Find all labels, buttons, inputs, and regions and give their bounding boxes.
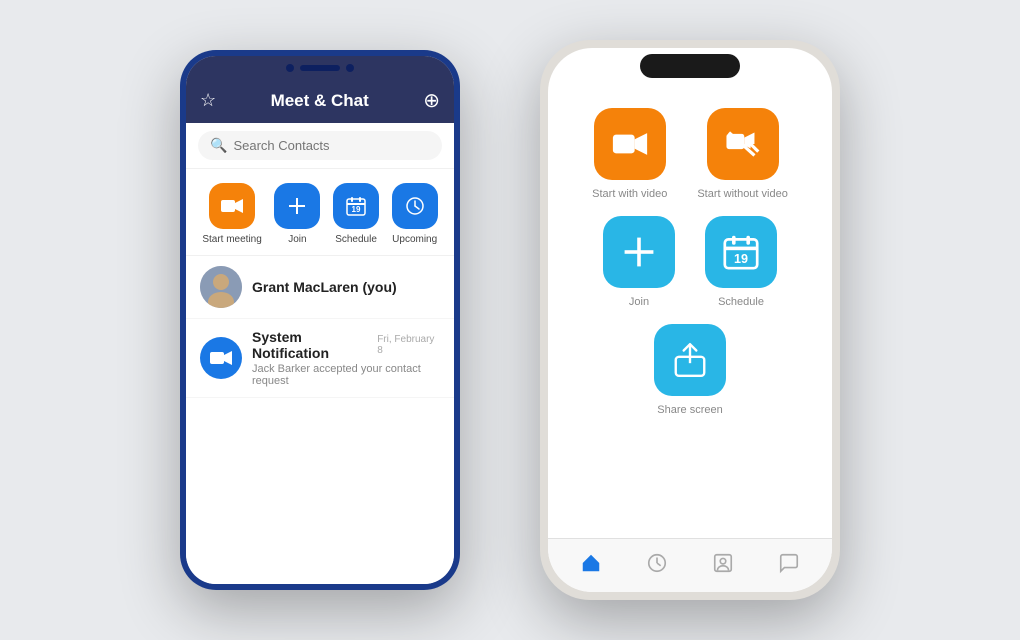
- system-video-icon: [210, 349, 232, 367]
- scene: ☆ Meet & Chat ⊕ 🔍: [0, 0, 1020, 640]
- join-label: Join: [288, 234, 306, 245]
- avatar-system: [200, 337, 242, 379]
- contact-grant[interactable]: Grant MacLaren (you): [186, 256, 454, 319]
- share-screen-item: Share screen: [654, 324, 726, 416]
- iphone-actions-grid: Start with video: [568, 108, 812, 416]
- iphone-schedule-label: Schedule: [718, 296, 764, 308]
- start-meeting-button[interactable]: [209, 183, 255, 229]
- start-without-video-label: Start without video: [697, 188, 788, 200]
- android-camera-area: [286, 64, 354, 72]
- upcoming-button[interactable]: [392, 183, 438, 229]
- start-with-video-label: Start with video: [592, 188, 667, 200]
- video-on-icon: [612, 130, 648, 158]
- chat-tab-icon: [778, 552, 800, 580]
- start-without-video-item: Start without video: [697, 108, 788, 200]
- android-phone: ☆ Meet & Chat ⊕ 🔍: [180, 50, 460, 590]
- start-without-video-button[interactable]: [707, 108, 779, 180]
- start-with-video-button[interactable]: [594, 108, 666, 180]
- person-avatar-svg: [200, 266, 242, 308]
- join-button[interactable]: [274, 183, 320, 229]
- contact-system-name: System Notification: [252, 329, 377, 361]
- clock-tab-svg: [646, 552, 668, 574]
- contact-grant-info: Grant MacLaren (you): [252, 279, 440, 295]
- action-buttons-row: Start meeting Join: [186, 169, 454, 256]
- contacts-tab-svg: [712, 552, 734, 574]
- tab-chat[interactable]: [766, 548, 812, 584]
- schedule-label: Schedule: [335, 234, 377, 245]
- contacts-list: Grant MacLaren (you) System Notification: [186, 256, 454, 584]
- svg-text:19: 19: [734, 252, 748, 266]
- schedule-btn-item: 19 Schedule: [333, 183, 379, 245]
- start-with-video-item: Start with video: [592, 108, 667, 200]
- home-tab-icon: [580, 552, 602, 580]
- share-screen-label: Share screen: [657, 404, 722, 416]
- contacts-tab-icon: [712, 552, 734, 580]
- upcoming-label: Upcoming: [392, 234, 437, 245]
- android-screen: ☆ Meet & Chat ⊕ 🔍: [186, 56, 454, 584]
- contact-grant-name: Grant MacLaren (you): [252, 279, 440, 295]
- iphone-row-2: Join 19: [603, 216, 777, 308]
- schedule-button[interactable]: 19: [333, 183, 379, 229]
- upcoming-btn-item: Upcoming: [392, 183, 438, 245]
- video-off-icon: [725, 130, 761, 158]
- contact-system-date: Fri, February 8: [377, 334, 440, 356]
- start-meeting-btn-item: Start meeting: [202, 183, 261, 245]
- iphone-content: Start with video: [548, 48, 832, 538]
- iphone-join-label: Join: [629, 296, 649, 308]
- contact-system[interactable]: System Notification Fri, February 8 Jack…: [186, 319, 454, 398]
- share-screen-button[interactable]: [654, 324, 726, 396]
- star-icon[interactable]: ☆: [200, 90, 216, 111]
- avatar-grant: [200, 266, 242, 308]
- chat-tab-svg: [778, 552, 800, 574]
- add-icon[interactable]: ⊕: [423, 88, 440, 113]
- contact-system-info: System Notification Fri, February 8 Jack…: [252, 329, 440, 387]
- home-icon: [580, 552, 602, 574]
- search-icon: 🔍: [210, 137, 227, 154]
- tab-contacts[interactable]: [700, 548, 746, 584]
- svg-text:19: 19: [352, 205, 361, 214]
- video-icon: [221, 197, 243, 215]
- share-screen-icon: [671, 341, 709, 379]
- search-input-container[interactable]: 🔍: [198, 131, 442, 160]
- camera-dot2: [346, 64, 354, 72]
- search-bar: 🔍: [186, 123, 454, 169]
- iphone-calendar-icon: 19: [723, 234, 759, 270]
- app-title: Meet & Chat: [271, 91, 369, 111]
- camera-dot: [286, 64, 294, 72]
- iphone-phone: Start with video: [540, 40, 840, 600]
- iphone-bottom-bar: [548, 538, 832, 592]
- clock-tab-icon: [646, 552, 668, 580]
- clock-icon: [405, 196, 425, 216]
- iphone-plus-icon: [621, 234, 657, 270]
- iphone-screen: Start with video: [548, 48, 832, 592]
- search-input[interactable]: [233, 138, 430, 153]
- iphone-notch: [640, 54, 740, 78]
- iphone-join-button[interactable]: [603, 216, 675, 288]
- contact-system-sub: Jack Barker accepted your contact reques…: [252, 363, 440, 387]
- iphone-row-1: Start with video: [592, 108, 788, 200]
- iphone-schedule-button[interactable]: 19: [705, 216, 777, 288]
- start-meeting-label: Start meeting: [202, 234, 261, 245]
- iphone-join-item: Join: [603, 216, 675, 308]
- tab-home[interactable]: [568, 548, 614, 584]
- speaker-bar: [300, 65, 340, 71]
- iphone-row-3: Share screen: [654, 324, 726, 416]
- join-btn-item: Join: [274, 183, 320, 245]
- tab-clock[interactable]: [634, 548, 680, 584]
- iphone-schedule-item: 19 Schedule: [705, 216, 777, 308]
- calendar-icon: 19: [346, 196, 366, 216]
- plus-icon: [287, 196, 307, 216]
